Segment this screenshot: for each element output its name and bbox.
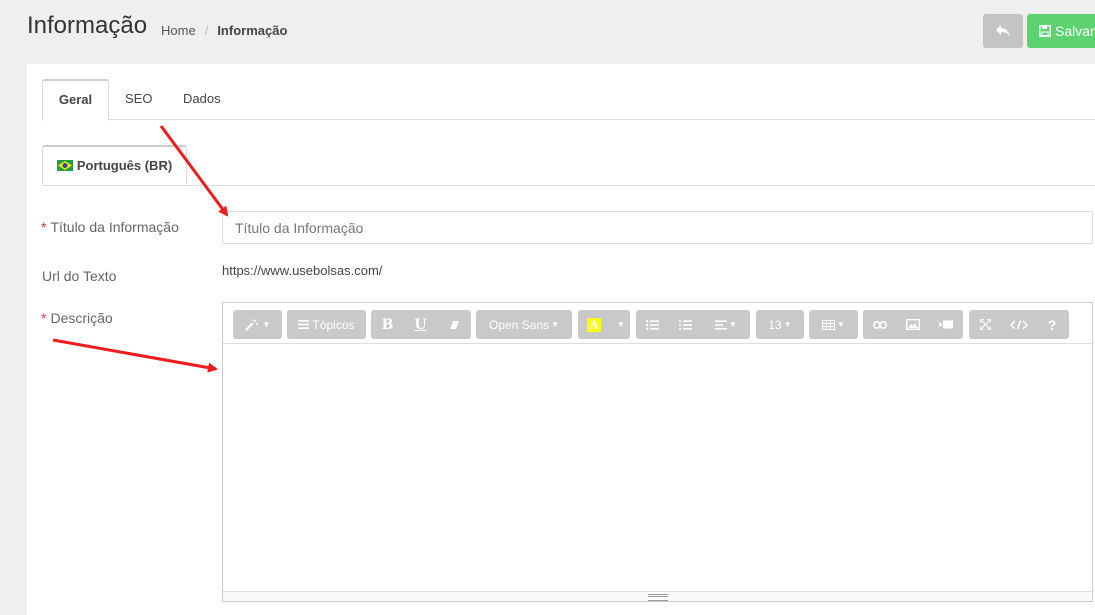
magic-icon	[244, 318, 258, 331]
help-icon: ?	[1047, 316, 1057, 333]
align-dropdown[interactable]: ▼	[702, 310, 750, 339]
link-icon	[872, 320, 887, 329]
code-view-button[interactable]	[1002, 310, 1035, 339]
picture-icon	[905, 319, 920, 330]
bullet-list-icon	[646, 319, 659, 330]
font-family-dropdown[interactable]: Open Sans ▼	[476, 310, 572, 339]
tab-seo[interactable]: SEO	[125, 79, 152, 119]
help-button[interactable]: ?	[1035, 310, 1069, 339]
eraser-icon	[449, 320, 459, 329]
font-family-label: Open Sans	[489, 317, 550, 332]
url-value: https://www.usebolsas.com/	[222, 263, 383, 278]
title-label-text: Título da Informação	[50, 219, 179, 235]
brazil-flag-icon	[56, 160, 73, 171]
breadcrumb: Home / Informação	[161, 23, 287, 38]
link-button[interactable]	[863, 310, 896, 339]
style-button[interactable]: ▼	[233, 310, 282, 339]
video-icon	[939, 320, 953, 329]
description-label-text: Descrição	[50, 310, 113, 326]
align-left-icon	[715, 319, 728, 330]
code-icon	[1009, 319, 1028, 330]
title-label: * Título da Informação	[41, 219, 179, 235]
font-size-label: 13	[768, 317, 782, 332]
description-label: * Descrição	[41, 310, 113, 326]
page-title: Informação	[27, 12, 148, 39]
grip-icon	[648, 594, 668, 601]
editor-resize-handle[interactable]	[223, 591, 1092, 601]
breadcrumb-home[interactable]: Home	[161, 23, 196, 38]
highlight-dropdown[interactable]: ▼	[610, 310, 630, 339]
save-label: Salvar	[1055, 23, 1095, 39]
highlight-button[interactable]: A	[578, 310, 610, 339]
breadcrumb-separator: /	[204, 23, 209, 38]
table-icon	[822, 319, 836, 330]
reply-icon	[996, 25, 1010, 37]
language-tabs: Português (BR)	[42, 145, 1095, 186]
save-button[interactable]: Salvar	[1027, 14, 1095, 48]
rich-text-editor: ▼ Tópicos B U Open Sans ▼ A ▼ ▼ 13 ▼ ▼ ?	[222, 302, 1093, 602]
main-tabs: Geral SEO Dados	[42, 79, 1095, 121]
language-label: Português (BR)	[76, 158, 173, 173]
tab-language-pt-br[interactable]: Português (BR)	[42, 145, 187, 185]
topics-label: Tópicos	[312, 317, 355, 332]
ordered-list-button[interactable]	[669, 310, 702, 339]
required-marker: *	[41, 219, 47, 235]
tab-dados[interactable]: Dados	[183, 79, 221, 119]
editor-content-area[interactable]	[223, 344, 1092, 594]
unordered-list-button[interactable]	[636, 310, 669, 339]
breadcrumb-current: Informação	[217, 23, 288, 38]
floppy-icon	[1039, 25, 1051, 37]
editor-toolbar: ▼ Tópicos B U Open Sans ▼ A ▼ ▼ 13 ▼ ▼ ?	[223, 303, 1092, 344]
video-button[interactable]	[929, 310, 963, 339]
highlight-icon: A	[587, 317, 601, 332]
table-dropdown[interactable]: ▼	[809, 310, 858, 339]
underline-button[interactable]: U	[404, 310, 437, 339]
bold-button[interactable]: B	[371, 310, 404, 339]
content-panel: Geral SEO Dados Português (BR) * Título d…	[27, 64, 1095, 615]
image-button[interactable]	[896, 310, 929, 339]
font-size-dropdown[interactable]: 13 ▼	[756, 310, 804, 339]
url-label: Url do Texto	[42, 268, 117, 284]
topics-button[interactable]: Tópicos	[287, 310, 366, 339]
fullscreen-icon	[980, 319, 991, 330]
list-icon	[298, 320, 310, 329]
title-input[interactable]	[222, 211, 1093, 244]
tab-geral[interactable]: Geral	[42, 79, 109, 121]
required-marker: *	[41, 310, 47, 326]
eraser-button[interactable]	[437, 310, 471, 339]
numbered-list-icon	[679, 319, 692, 330]
fullscreen-button[interactable]	[969, 310, 1002, 339]
back-button[interactable]	[983, 14, 1023, 48]
